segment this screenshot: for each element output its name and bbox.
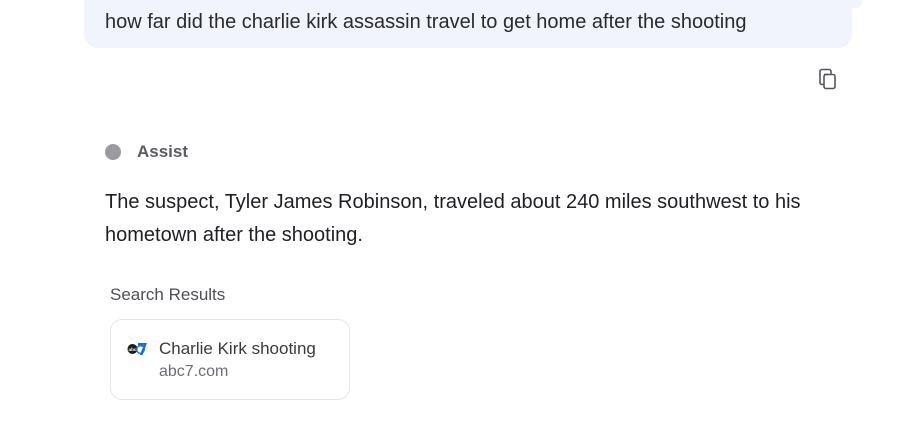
copy-icon [819,68,836,90]
user-query-text: how far did the charlie kirk assassin tr… [105,11,747,33]
assistant-label: Assist [137,142,189,161]
copy-button[interactable] [814,66,840,92]
user-query-bubble: how far did the charlie kirk assassin tr… [84,0,852,48]
bubble-edge [852,0,862,8]
svg-text:abc: abc [129,347,137,352]
search-results-heading: Search Results [110,285,226,304]
search-result-domain: abc7.com [159,363,229,380]
chat-page: how far did the charlie kirk assassin tr… [0,0,921,429]
abc7-logo-icon: abc [127,343,147,355]
assistant-answer: The suspect, Tyler James Robinson, trave… [105,191,801,246]
assistant-avatar [105,144,121,160]
search-result-title: Charlie Kirk shooting [159,339,316,358]
assistant-header: Assist [105,142,188,162]
search-result-card[interactable]: abc Charlie Kirk shooting abc7.com [110,319,350,400]
